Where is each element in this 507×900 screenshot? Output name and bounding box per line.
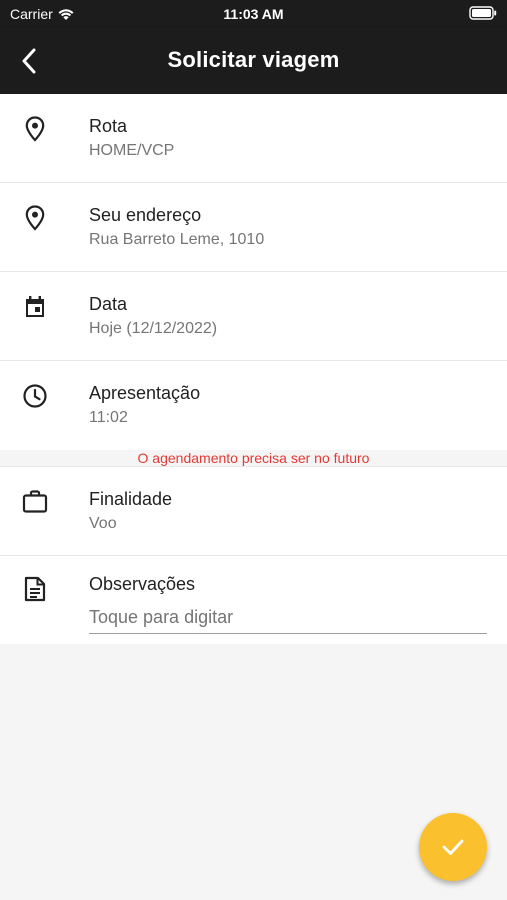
field-label: Seu endereço [89,205,202,225]
field-value: Hoje (12/12/2022) [89,320,218,337]
note-icon [22,576,48,602]
presentation-time-field[interactable]: Apresentação 11:02 [0,361,507,450]
calendar-icon [22,294,48,320]
field-label: Rota [89,116,128,136]
field-label: Finalidade [89,489,173,509]
clock-icon [22,383,48,409]
field-label: Apresentação [89,383,201,403]
check-icon [442,839,464,855]
validation-error-message: O agendamento precisa ser no futuro [0,450,507,467]
field-value: 11:02 [89,409,128,426]
trip-form: Rota HOME/VCP Seu endereço Rua Barreto L… [0,94,507,644]
observations-input[interactable] [89,602,487,634]
confirm-button[interactable] [419,813,487,881]
app-bar: Solicitar viagem [0,28,507,94]
battery-icon [469,6,497,25]
field-label: Data [89,294,128,314]
location-pin-icon [22,116,48,142]
page-title: Solicitar viagem [167,47,340,72]
field-value: Rua Barreto Leme, 1010 [89,231,265,248]
address-field[interactable]: Seu endereço Rua Barreto Leme, 1010 [0,183,507,272]
briefcase-icon [22,489,48,515]
field-value: Voo [89,515,117,532]
field-label: Observações [89,574,196,594]
route-field[interactable]: Rota HOME/VCP [0,94,507,183]
date-field[interactable]: Data Hoje (12/12/2022) [0,272,507,361]
observations-field: Observações [0,556,507,644]
status-bar: Carrier 11:03 AM [0,0,507,28]
field-value: HOME/VCP [89,142,175,159]
clock-time: 11:03 AM [223,6,284,22]
purpose-field[interactable]: Finalidade Voo [0,467,507,556]
location-pin-icon [22,205,48,231]
